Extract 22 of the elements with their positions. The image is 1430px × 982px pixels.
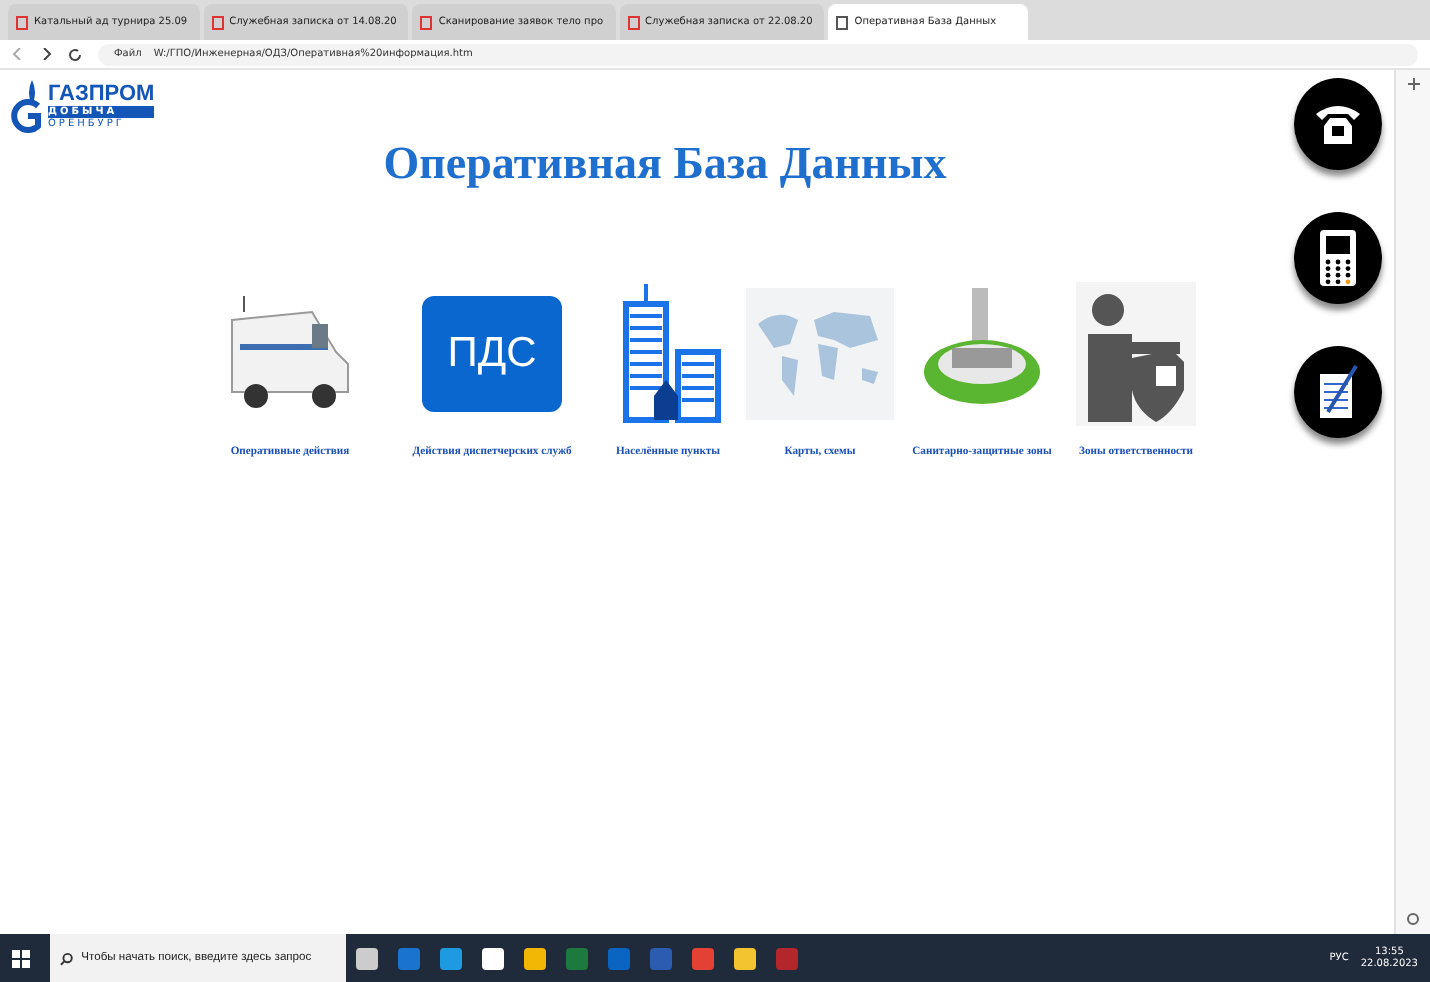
search-icon [60,951,74,965]
windows-icon [12,949,30,967]
contact-button[interactable] [1294,212,1382,304]
page-icon [836,15,849,29]
page-icon [211,15,224,29]
telephone-icon [1314,102,1362,146]
mobile-phone-icon [1320,230,1356,286]
logo-text: ГАЗПРОМ [48,83,155,105]
page-icon [16,15,28,29]
page-icon [420,15,433,29]
page-title: Оперативная База Данных [383,138,947,190]
add-icon[interactable] [1407,78,1419,90]
person-shield-icon [1076,282,1196,426]
contact-button[interactable] [1294,346,1382,438]
refresh-icon[interactable] [68,47,82,61]
settings-icon[interactable] [1406,912,1420,926]
page-icon [627,15,640,29]
contact-button[interactable] [1294,78,1382,170]
badge-tile[interactable]: ПДС [422,296,562,412]
pen-paper-icon [1318,364,1358,420]
flame-logo-icon [8,78,44,134]
forward-icon[interactable] [40,48,52,60]
